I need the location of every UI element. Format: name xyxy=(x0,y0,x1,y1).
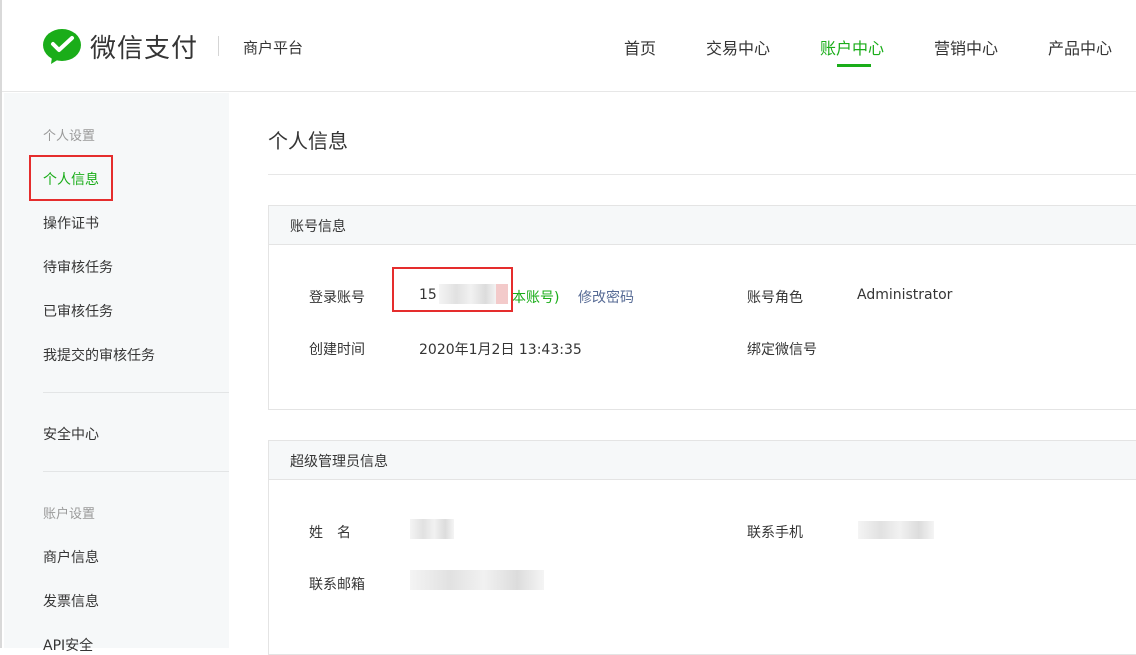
brand-name: 微信支付 xyxy=(90,34,199,64)
nav-trade-center[interactable]: 交易中心 xyxy=(706,35,770,59)
nav-account-center[interactable]: 账户中心 xyxy=(820,35,884,59)
redacted-phone xyxy=(858,521,934,539)
nav-marketing-center[interactable]: 营销中心 xyxy=(934,35,998,59)
wechat-pay-logo-icon xyxy=(43,29,81,64)
sidebar-item-invoice-info[interactable]: 发票信息 xyxy=(43,591,99,611)
sidebar-item-security-center[interactable]: 安全中心 xyxy=(43,424,99,444)
phone-label: 联系手机 xyxy=(747,525,803,541)
highlight-box-login-account xyxy=(392,267,513,312)
account-role-label: 账号角色 xyxy=(747,290,803,306)
created-time-value: 2020年1月2日 13:43:35 xyxy=(419,342,582,358)
redacted-email xyxy=(410,570,544,590)
title-divider xyxy=(268,174,1136,175)
change-password-link[interactable]: 修改密码 xyxy=(578,287,634,307)
bound-wechat-label: 绑定微信号 xyxy=(747,342,817,358)
sidebar-item-reviewed[interactable]: 已审核任务 xyxy=(43,301,113,321)
email-label: 联系邮箱 xyxy=(309,577,365,593)
redacted-name xyxy=(410,519,454,539)
sidebar-group-account: 账户设置 xyxy=(43,507,96,522)
account-role-value: Administrator xyxy=(857,287,953,303)
top-header: 微信支付 商户平台 首页 交易中心 账户中心 营销中心 产品中心 xyxy=(2,0,1136,92)
brand-divider xyxy=(218,36,219,56)
nav-active-indicator xyxy=(837,64,871,67)
admin-panel-title: 超级管理员信息 xyxy=(269,441,1136,480)
name-label: 姓 名 xyxy=(309,525,351,541)
super-admin-panel: 超级管理员信息 xyxy=(268,440,1136,655)
sidebar-item-api-security[interactable]: API安全 xyxy=(43,635,93,655)
account-panel-title: 账号信息 xyxy=(269,206,1136,245)
page-title: 个人信息 xyxy=(268,129,348,153)
sidebar-item-my-submitted[interactable]: 我提交的审核任务 xyxy=(43,345,155,365)
sidebar-item-certificate[interactable]: 操作证书 xyxy=(43,213,99,233)
sidebar-item-merchant-info[interactable]: 商户信息 xyxy=(43,547,99,567)
highlight-box-personal-info xyxy=(29,155,113,201)
nav-home[interactable]: 首页 xyxy=(624,35,656,59)
nav-product-center[interactable]: 产品中心 xyxy=(1048,35,1112,59)
sidebar-item-pending-review[interactable]: 待审核任务 xyxy=(43,257,113,277)
sidebar-divider xyxy=(43,392,229,393)
platform-name: 商户平台 xyxy=(243,39,304,57)
sidebar-divider xyxy=(43,471,229,472)
login-account-label: 登录账号 xyxy=(309,290,365,306)
app-frame: 微信支付 商户平台 首页 交易中心 账户中心 营销中心 产品中心 个人设置 个人… xyxy=(0,0,1136,655)
this-account-note: 本账号) xyxy=(512,290,560,306)
created-time-label: 创建时间 xyxy=(309,342,365,358)
sidebar-group-personal: 个人设置 xyxy=(43,129,96,144)
